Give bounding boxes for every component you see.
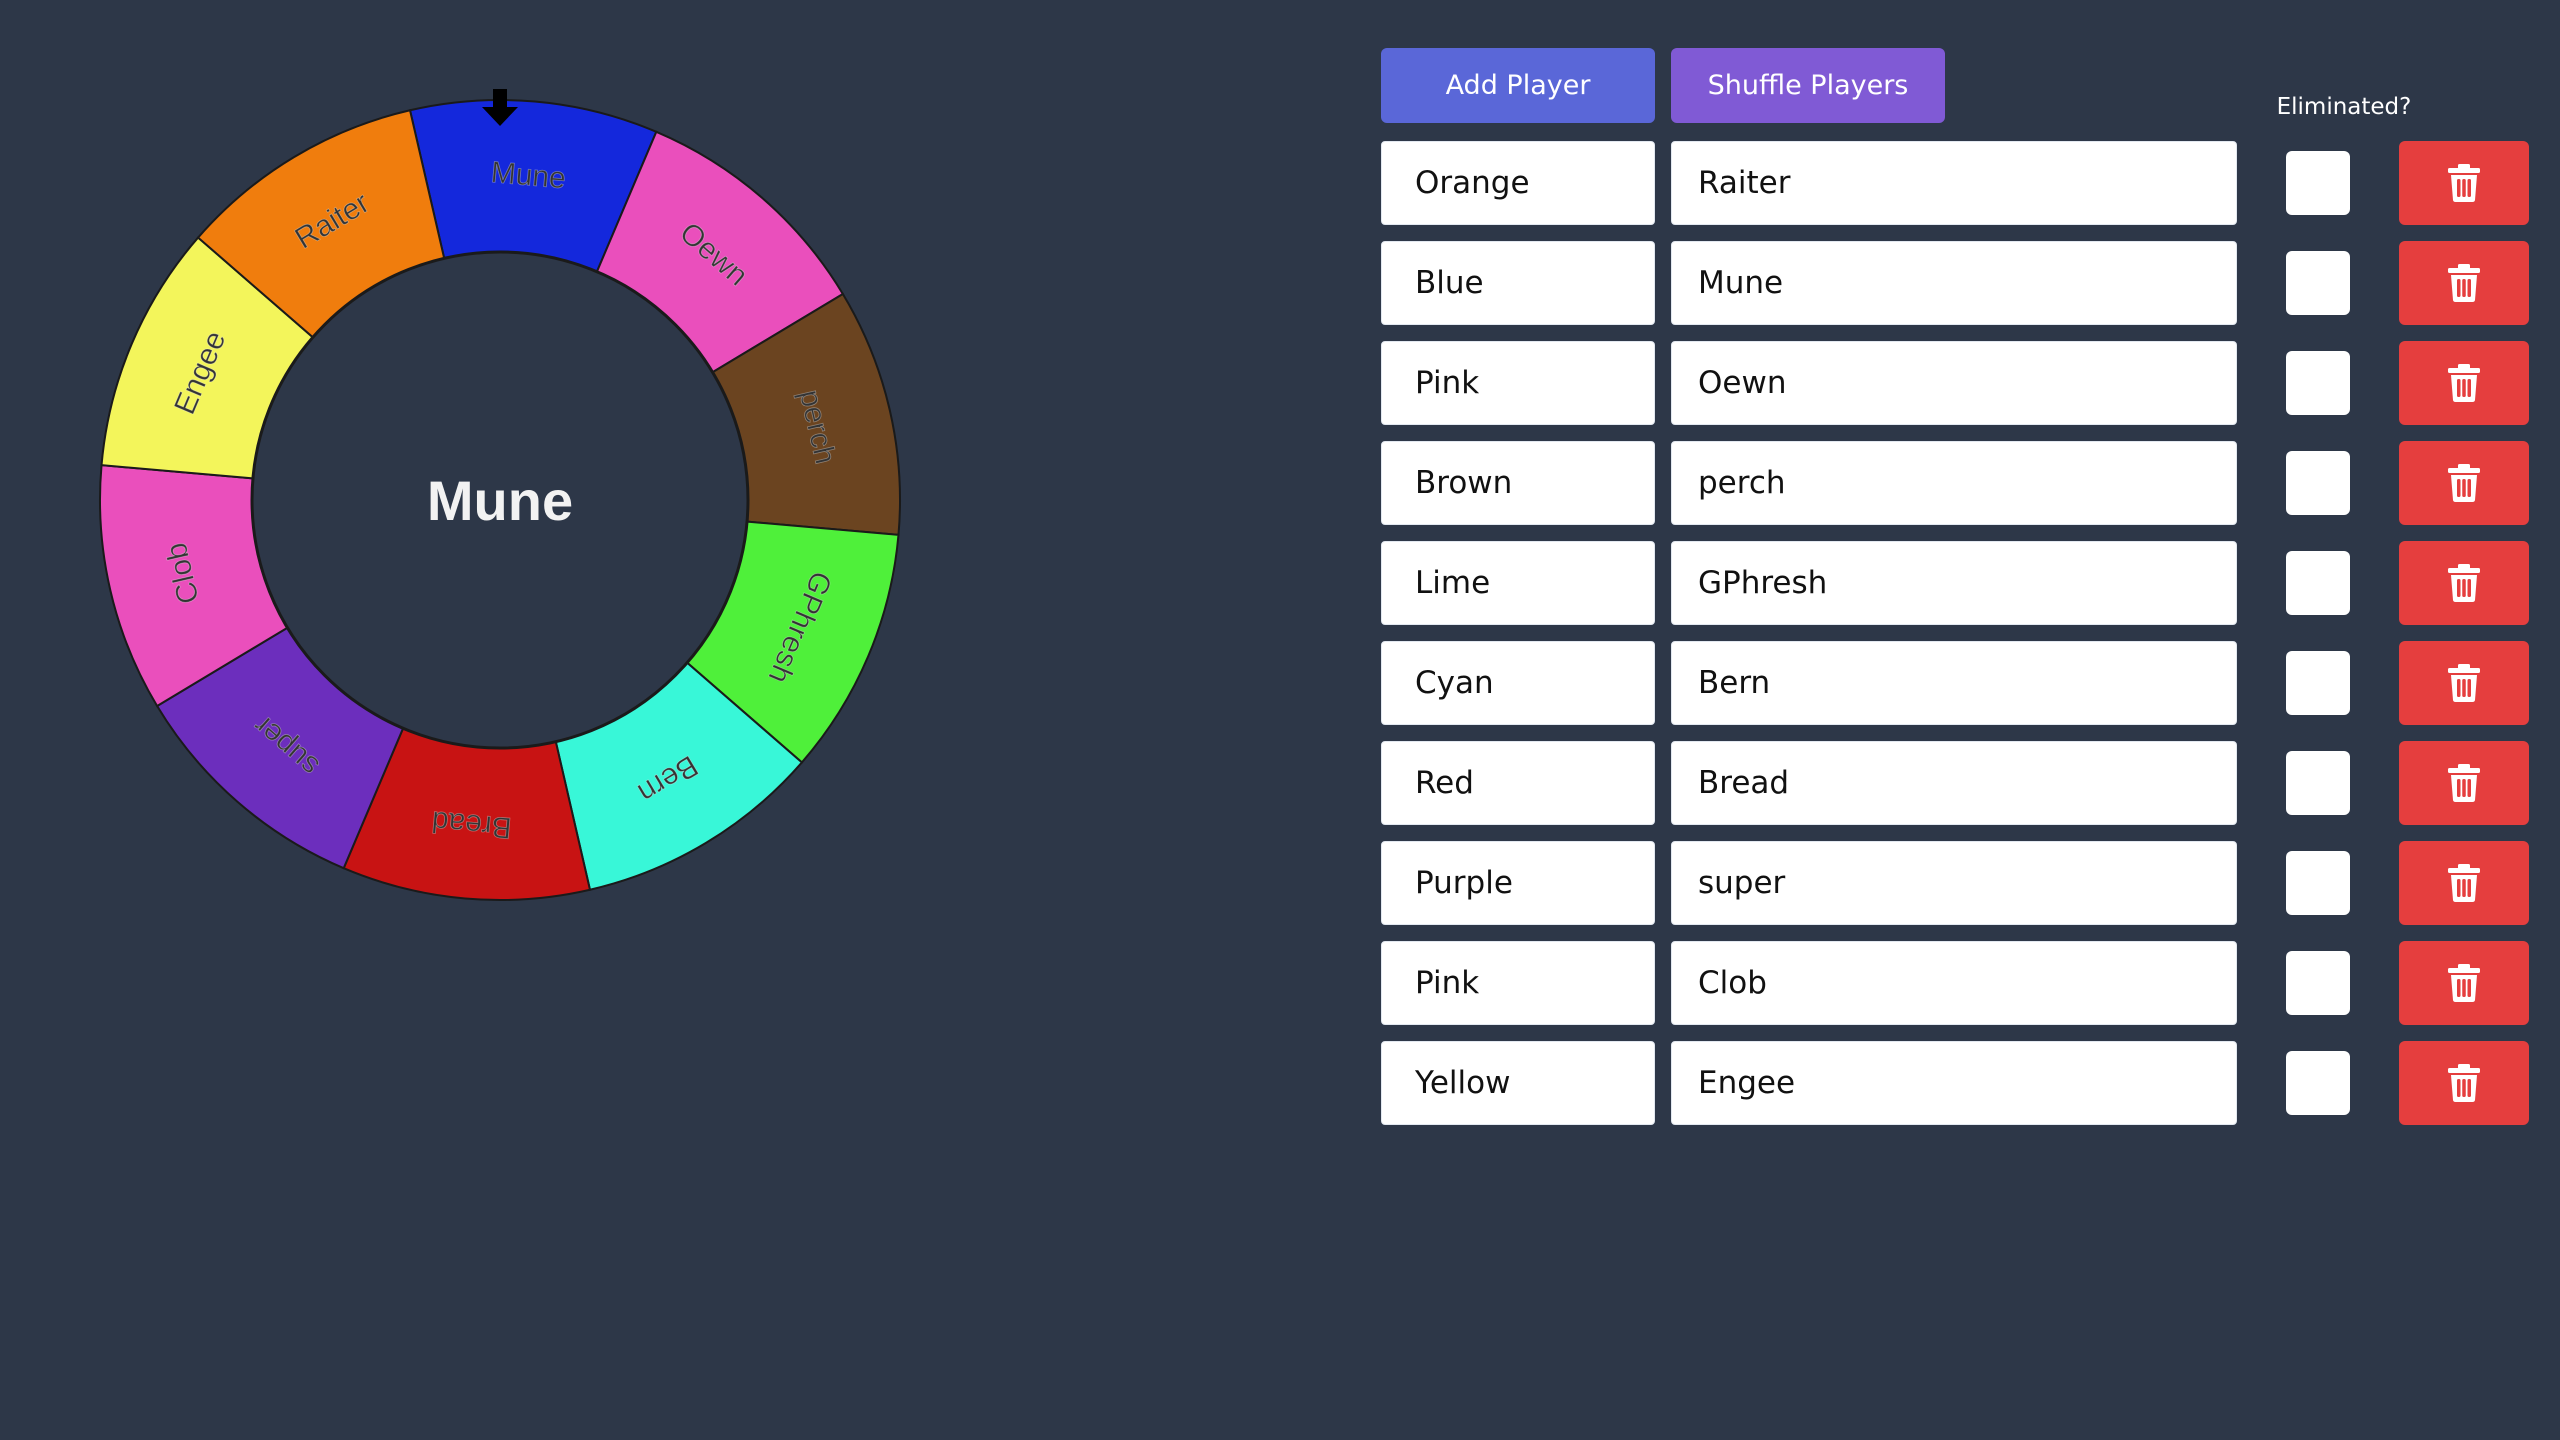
delete-player-button[interactable] xyxy=(2399,441,2529,525)
player-row xyxy=(1381,841,2531,925)
player-name-input[interactable] xyxy=(1671,1041,2237,1125)
delete-player-button[interactable] xyxy=(2399,1041,2529,1125)
player-name-input[interactable] xyxy=(1671,241,2237,325)
delete-player-button[interactable] xyxy=(2399,941,2529,1025)
eliminated-checkbox[interactable] xyxy=(2286,151,2350,215)
player-name-input[interactable] xyxy=(1671,141,2237,225)
trash-icon xyxy=(2448,564,2480,602)
player-row xyxy=(1381,741,2531,825)
player-row xyxy=(1381,541,2531,625)
wheel-segment-label: Mune xyxy=(490,156,568,195)
player-color-input[interactable] xyxy=(1381,941,1655,1025)
eliminated-checkbox[interactable] xyxy=(2286,751,2350,815)
trash-icon xyxy=(2448,964,2480,1002)
trash-icon xyxy=(2448,464,2480,502)
player-row xyxy=(1381,441,2531,525)
player-name-input[interactable] xyxy=(1671,741,2237,825)
player-color-input[interactable] xyxy=(1381,641,1655,725)
delete-player-button[interactable] xyxy=(2399,341,2529,425)
player-color-input[interactable] xyxy=(1381,541,1655,625)
eliminated-header: Eliminated? xyxy=(2276,94,2412,120)
player-color-input[interactable] xyxy=(1381,841,1655,925)
delete-player-button[interactable] xyxy=(2399,741,2529,825)
eliminated-checkbox[interactable] xyxy=(2286,251,2350,315)
player-row xyxy=(1381,641,2531,725)
player-row xyxy=(1381,141,2531,225)
trash-icon xyxy=(2448,364,2480,402)
player-row xyxy=(1381,341,2531,425)
add-player-button[interactable]: Add Player xyxy=(1381,48,1655,123)
delete-player-button[interactable] xyxy=(2399,841,2529,925)
eliminated-checkbox[interactable] xyxy=(2286,351,2350,415)
wheel-segment-label: Bread xyxy=(430,804,513,844)
player-row xyxy=(1381,241,2531,325)
delete-player-button[interactable] xyxy=(2399,141,2529,225)
player-color-input[interactable] xyxy=(1381,241,1655,325)
player-row xyxy=(1381,1041,2531,1125)
trash-icon xyxy=(2448,664,2480,702)
player-color-input[interactable] xyxy=(1381,141,1655,225)
player-name-input[interactable] xyxy=(1671,341,2237,425)
trash-icon xyxy=(2448,764,2480,802)
player-color-input[interactable] xyxy=(1381,1041,1655,1125)
delete-player-button[interactable] xyxy=(2399,241,2529,325)
player-name-input[interactable] xyxy=(1671,641,2237,725)
trash-icon xyxy=(2448,264,2480,302)
player-name-input[interactable] xyxy=(1671,441,2237,525)
spinner-wheel[interactable]: Mune Oewn perch GPhresh Bern Bread super Clob En… xyxy=(0,0,1000,1000)
eliminated-checkbox[interactable] xyxy=(2286,451,2350,515)
trash-icon xyxy=(2448,164,2480,202)
player-name-input[interactable] xyxy=(1671,841,2237,925)
player-name-input[interactable] xyxy=(1671,941,2237,1025)
wheel-graphic[interactable]: MuneOewnperchGPhreshBernBreadsuperClobEn… xyxy=(0,0,1000,1000)
eliminated-checkbox[interactable] xyxy=(2286,651,2350,715)
delete-player-button[interactable] xyxy=(2399,541,2529,625)
eliminated-checkbox[interactable] xyxy=(2286,851,2350,915)
player-row xyxy=(1381,941,2531,1025)
shuffle-players-button[interactable]: Shuffle Players xyxy=(1671,48,1945,123)
trash-icon xyxy=(2448,864,2480,902)
player-color-input[interactable] xyxy=(1381,741,1655,825)
selected-player-name: Mune xyxy=(427,469,573,532)
trash-icon xyxy=(2448,1064,2480,1102)
player-name-input[interactable] xyxy=(1671,541,2237,625)
delete-player-button[interactable] xyxy=(2399,641,2529,725)
player-color-input[interactable] xyxy=(1381,441,1655,525)
player-color-input[interactable] xyxy=(1381,341,1655,425)
eliminated-checkbox[interactable] xyxy=(2286,551,2350,615)
eliminated-checkbox[interactable] xyxy=(2286,951,2350,1015)
eliminated-checkbox[interactable] xyxy=(2286,1051,2350,1115)
